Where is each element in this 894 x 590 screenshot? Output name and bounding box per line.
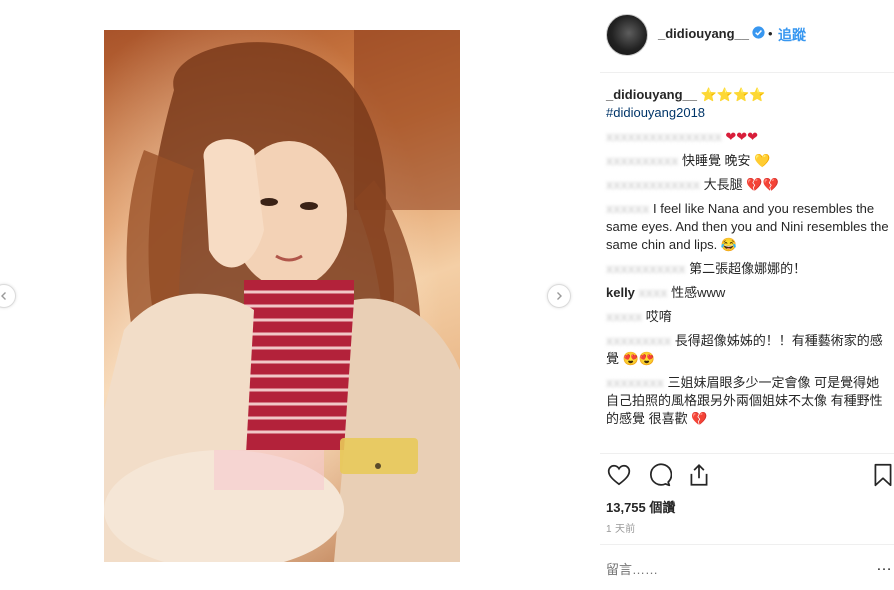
post-modal: _didiouyang__ • 追蹤 _didiouyang__ ⭐⭐⭐⭐ #d… <box>0 0 894 590</box>
share-button[interactable] <box>686 462 712 488</box>
blurred-username[interactable]: xxxxxxxxxxxxx <box>606 177 700 192</box>
comment-text: 快睡覺 晚安 <box>681 153 751 168</box>
comment-item: xxxxxxxxxxxxx 大長腿 💔💔 <box>606 176 890 194</box>
action-bar <box>606 462 894 490</box>
comment-divider <box>600 544 894 545</box>
caption-hashtag-line: #didiouyang2018 <box>606 104 890 122</box>
share-icon <box>690 464 708 486</box>
comment-emoji: 💛 <box>754 153 771 168</box>
blurred-username[interactable]: xxxxx <box>606 309 642 324</box>
comment-text: 性感www <box>671 285 726 300</box>
comment-input[interactable] <box>606 560 856 578</box>
caption: _didiouyang__ ⭐⭐⭐⭐ <box>606 86 890 104</box>
separator-dot: • <box>768 26 773 41</box>
comment-item: xxxxxxxx 三姐妹眉眼多少一定會像 可是覺得她自己拍照的風格跟另外兩個姐妹… <box>606 374 890 428</box>
verified-badge-icon <box>752 26 765 39</box>
post-photo[interactable] <box>104 30 460 562</box>
header-divider <box>600 72 894 73</box>
comment-item: xxxxx 哎唷 <box>606 308 890 326</box>
likes-count[interactable]: 13,755 個讚 <box>606 497 675 516</box>
heart-icon <box>607 464 631 486</box>
comment-item: xxxxxx I feel like Nana and you resemble… <box>606 200 890 254</box>
bookmark-icon <box>874 463 892 487</box>
blurred-username[interactable]: xxxxxx <box>606 201 649 216</box>
comment-item: xxxxxxxxx 長得超像姊姊的！！有種藝術家的感覺 😍😍 <box>606 332 890 368</box>
comment-emoji: 😂 <box>720 237 738 252</box>
blurred-username[interactable]: xxxxxxxxxxx <box>606 261 686 276</box>
comment-bubble-icon <box>650 463 673 487</box>
comment-emoji: ❤❤❤ <box>725 129 758 144</box>
comment-text: 第二張超像娜娜的！ <box>689 261 807 276</box>
comment-text: 哎唷 <box>645 309 672 324</box>
header-username[interactable]: _didiouyang__ <box>658 26 749 41</box>
hashtag-link[interactable]: #didiouyang2018 <box>606 105 705 120</box>
caption-username[interactable]: _didiouyang__ <box>606 87 697 102</box>
caption-stars: ⭐⭐⭐⭐ <box>700 87 766 102</box>
comment-emoji: 💔💔 <box>746 177 779 192</box>
actions-divider <box>600 453 894 454</box>
chevron-left-icon <box>1 292 6 300</box>
blurred-username[interactable]: xxxxxxxxxx <box>606 153 678 168</box>
comment-item: xxxxxxxxxxxxxxxx ❤❤❤ <box>606 128 890 146</box>
comment-button[interactable] <box>646 462 673 488</box>
save-button[interactable] <box>870 462 894 488</box>
avatar[interactable] <box>606 14 648 56</box>
comment-emoji: 😍😍 <box>622 351 656 366</box>
post-side-panel: _didiouyang__ • 追蹤 _didiouyang__ ⭐⭐⭐⭐ #d… <box>600 0 894 590</box>
next-image-button[interactable] <box>547 284 571 308</box>
blurred-username: xxxx <box>638 285 668 300</box>
more-options-button[interactable]: … <box>876 557 893 575</box>
previous-post-button[interactable] <box>0 284 16 308</box>
like-button[interactable] <box>606 462 632 488</box>
comment-emoji: 💔 <box>691 411 708 426</box>
comment-username[interactable]: kelly <box>606 285 635 300</box>
comment-text: 大長腿 <box>703 177 743 192</box>
comment-item: xxxxxxxxxx 快睡覺 晚安 💛 <box>606 152 890 170</box>
blurred-username[interactable]: xxxxxxxxxxxxxxxx <box>606 129 722 144</box>
post-timestamp[interactable]: 1 天前 <box>606 520 636 535</box>
follow-button[interactable]: 追蹤 <box>778 25 806 45</box>
photo-illustration <box>104 30 460 562</box>
blurred-username[interactable]: xxxxxxxx <box>606 375 664 390</box>
comment-item: kelly xxxx 性感www <box>606 284 890 302</box>
blurred-username[interactable]: xxxxxxxxx <box>606 333 671 348</box>
post-header: _didiouyang__ • 追蹤 <box>600 12 894 58</box>
chevron-right-icon <box>557 292 562 300</box>
comment-item: xxxxxxxxxxx 第二張超像娜娜的！ <box>606 260 890 278</box>
